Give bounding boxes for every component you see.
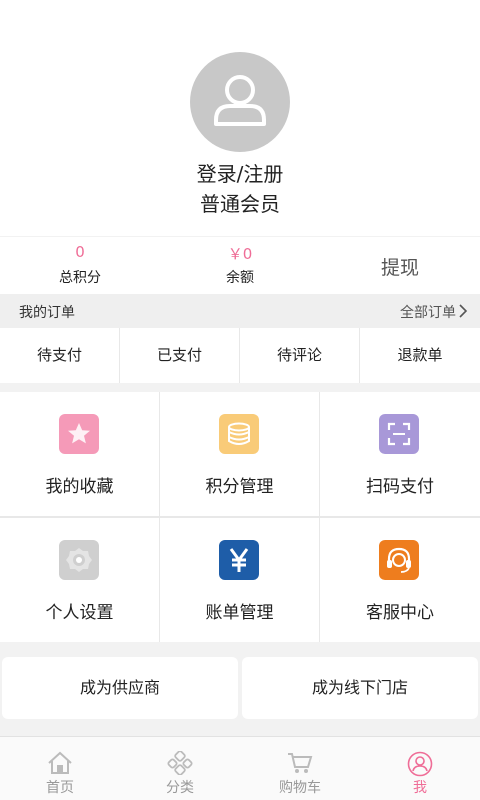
tab-pending-payment[interactable]: 待支付 [0,328,120,383]
grid-item-customer-service[interactable]: 客服中心 [320,518,480,642]
tab-me[interactable]: 我 [360,737,480,800]
tab-label: 首页 [46,780,74,796]
grid-item-label: 扫码支付 [366,477,434,497]
grid-item-points[interactable]: 积分管理 [160,392,319,516]
balance-label: 余额 [226,270,254,286]
headset-icon [379,540,419,580]
grid-item-label: 个人设置 [45,603,114,623]
order-status-tabs: 待支付 已支付 待评论 退款单 [0,328,480,383]
login-register-link[interactable]: 登录/注册 [0,158,480,187]
points-label: 总积分 [59,270,101,286]
tab-cart[interactable]: 购物车 [240,737,360,800]
orders-header: 我的订单 全部订单 [0,294,480,328]
tab-category[interactable]: 分类 [120,737,240,800]
orders-title: 我的订单 [19,305,75,321]
tab-label: 分类 [166,780,194,796]
gear-icon [59,540,99,580]
become-offline-store-button[interactable]: 成为线下门店 [242,657,478,719]
grid-item-label: 积分管理 [205,477,274,497]
tab-home[interactable]: 首页 [0,737,120,800]
feature-grid: 我的收藏 积分管理 扫码支付 个人设置 账单管理 客服中心 [0,392,480,642]
grid-item-favorites[interactable]: 我的收藏 [0,392,159,516]
cart-icon [288,753,313,773]
points-stat[interactable]: 0 总积分 [0,237,160,294]
grid-item-label: 客服中心 [366,603,434,623]
all-orders-link[interactable]: 全部订单 [400,302,456,322]
user-icon [407,751,433,777]
home-icon [48,751,72,774]
tab-paid[interactable]: 已支付 [120,328,240,383]
become-supplier-button[interactable]: 成为供应商 [2,657,238,719]
chevron-right-icon[interactable] [458,304,468,318]
member-level: 普通会员 [200,192,280,216]
points-value: 0 [75,243,85,261]
stats-bar: 0 总积分 ￥0 余额 提现 [0,237,480,294]
yen-icon [219,540,259,580]
grid-item-label: 账单管理 [205,603,274,623]
category-icon [167,751,193,775]
avatar[interactable] [190,52,290,152]
balance-stat[interactable]: ￥0 余额 [160,237,320,294]
star-icon [59,414,99,454]
tab-label: 购物车 [279,780,321,796]
tab-refunds[interactable]: 退款单 [360,328,480,383]
scan-icon [379,414,419,454]
grid-item-settings[interactable]: 个人设置 [0,518,159,642]
coins-icon [219,414,259,454]
tab-label: 我 [413,780,427,796]
withdraw-label: 提现 [380,257,419,279]
tab-pending-review[interactable]: 待评论 [240,328,360,383]
withdraw-button[interactable]: 提现 [320,237,480,294]
profile-section: 登录/注册 普通会员 [0,0,480,236]
bottom-tab-bar: 首页 分类 购物车 我 [0,736,480,800]
grid-item-scan-pay[interactable]: 扫码支付 [320,392,480,516]
grid-item-label: 我的收藏 [45,477,114,497]
grid-item-bills[interactable]: 账单管理 [160,518,319,642]
user-icon [214,75,266,126]
balance-value: ￥0 [227,245,253,263]
